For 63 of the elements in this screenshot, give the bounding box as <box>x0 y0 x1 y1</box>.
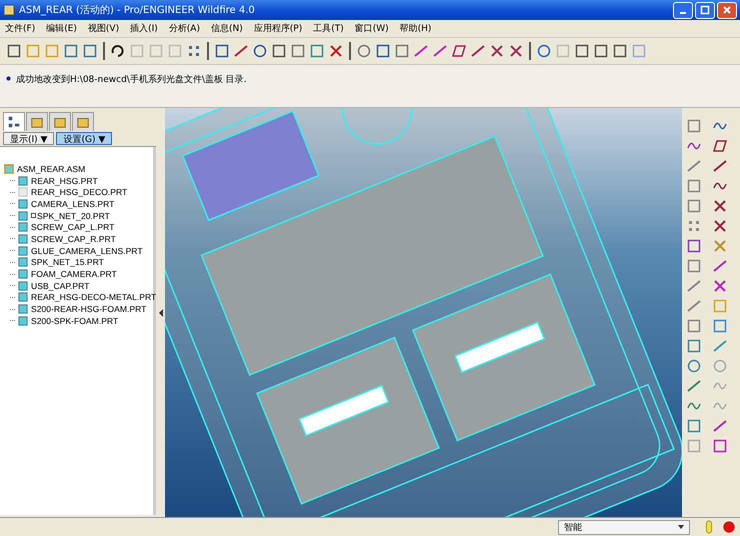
close-button[interactable] <box>717 2 737 18</box>
square-icon[interactable] <box>686 258 702 274</box>
tree-item[interactable]: REAR_HSG.PRT <box>31 176 98 186</box>
tree-item[interactable]: SCREW_CAP_L.PRT <box>31 222 114 232</box>
tree-item[interactable]: SCREW_CAP_R.PRT <box>31 234 116 244</box>
minimize-button[interactable] <box>673 2 693 18</box>
menu-item[interactable]: 帮助(H) <box>400 22 432 35</box>
maximize-icon <box>700 5 710 15</box>
square-icon[interactable] <box>686 338 702 354</box>
grid-icon[interactable] <box>686 218 702 234</box>
assembly-icon <box>4 164 14 174</box>
tree-item[interactable]: REAR_HSG-DECO-METAL.PRT <box>31 292 156 302</box>
tree-item[interactable]: SPK_NET_15.PRT <box>31 257 104 268</box>
bullet-icon <box>6 76 11 81</box>
menu-item[interactable]: 信息(N) <box>210 22 243 35</box>
menu-item[interactable]: 编辑(E) <box>46 22 77 35</box>
navigator-tab[interactable] <box>49 112 71 131</box>
maximize-button[interactable] <box>695 2 715 18</box>
menu-item[interactable]: 视图(V) <box>88 22 120 35</box>
square-icon[interactable] <box>712 438 728 454</box>
dropdown-button[interactable]: 显示(I) ▼ <box>3 132 54 145</box>
parallelogram-icon[interactable] <box>451 43 467 59</box>
cross-icon[interactable] <box>489 43 505 59</box>
tree-item[interactable]: USB_CAP.PRT <box>31 280 90 291</box>
tree-item[interactable]: CAMERA_LENS.PRT <box>31 198 114 209</box>
menu-item[interactable]: 文件(F) <box>5 22 36 35</box>
slash-icon[interactable] <box>470 43 486 59</box>
message-text: 成功地改变到H:\08-newcd\手机系列光盘文件\盖板 目录. <box>16 73 247 86</box>
slash-icon[interactable] <box>712 158 728 174</box>
navigator-tab[interactable] <box>72 112 94 131</box>
tree-item[interactable]: FOAM_CAMERA.PRT <box>31 269 117 280</box>
menu-item[interactable]: 窗口(W) <box>354 22 389 35</box>
navigator-tab[interactable] <box>3 112 25 131</box>
window-title: ASM_REAR (活动的) - Pro/ENGINEER Wildfire 4.0 <box>19 4 256 17</box>
circle-icon[interactable] <box>686 358 702 374</box>
tree-item[interactable]: ASM_REAR.ASM <box>17 164 86 174</box>
menu-item[interactable]: 分析(A) <box>168 22 200 35</box>
minimize-icon <box>680 12 686 14</box>
record-icon[interactable] <box>722 520 736 534</box>
tree-item[interactable]: GLUE_CAMERA_LENS.PRT <box>31 246 143 256</box>
square-icon[interactable] <box>712 318 728 334</box>
collapse-arrow-icon[interactable] <box>158 308 162 316</box>
grid-icon[interactable] <box>186 43 202 59</box>
filter-dropdown[interactable]: 智能 <box>558 520 690 534</box>
menu-item[interactable]: 插入(I) <box>130 22 158 35</box>
square-icon[interactable] <box>686 238 702 254</box>
cross-icon[interactable] <box>712 218 728 234</box>
menu-item[interactable]: 应用程序(P) <box>254 22 302 35</box>
dropdown-button[interactable]: 设置(G) ▼ <box>56 132 112 145</box>
square-icon[interactable] <box>686 418 702 434</box>
tree-item[interactable]: S200-REAR-HSG-FOAM.PRT <box>31 304 146 314</box>
menu-item[interactable]: 工具(T) <box>313 22 344 35</box>
parallelogram-icon[interactable] <box>712 138 728 154</box>
tree-item[interactable]: REAR_HSG_DECO.PRT <box>31 187 128 198</box>
tree-item[interactable]: S200-SPK-FOAM.PRT <box>31 316 118 326</box>
tree-item[interactable]: SPK_NET_20.PRT <box>37 210 110 221</box>
close-icon <box>722 5 732 15</box>
cross-icon[interactable] <box>712 198 728 214</box>
caret-icon <box>678 525 684 529</box>
navigator-tab[interactable] <box>26 112 48 131</box>
undo-icon[interactable] <box>110 43 126 59</box>
square-icon[interactable] <box>686 318 702 334</box>
cross-icon[interactable] <box>508 43 524 59</box>
